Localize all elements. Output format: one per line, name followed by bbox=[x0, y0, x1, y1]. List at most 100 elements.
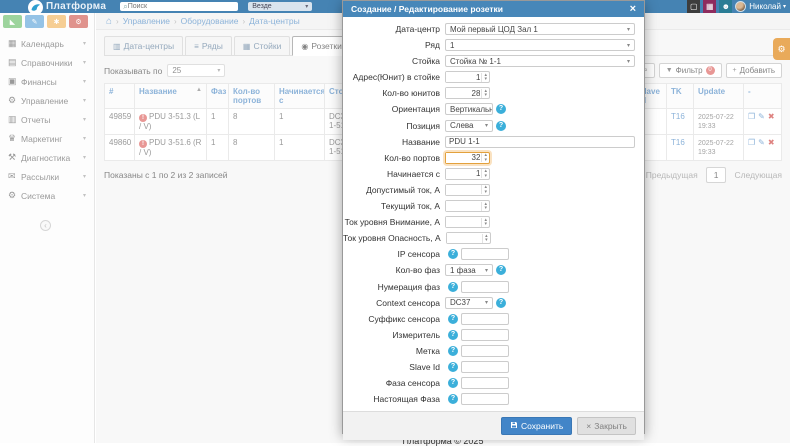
help-icon[interactable]: ? bbox=[448, 249, 458, 259]
help-icon[interactable]: ? bbox=[448, 346, 458, 356]
filter-button[interactable]: ▼ Фильтр 0 bbox=[659, 63, 722, 78]
breadcrumb-link[interactable]: Оборудование bbox=[181, 16, 239, 26]
rack-select[interactable]: Стойка № 1-1▾ bbox=[445, 55, 635, 67]
help-icon[interactable]: ? bbox=[496, 104, 506, 114]
avatar[interactable] bbox=[735, 1, 746, 12]
name-input[interactable] bbox=[445, 136, 635, 148]
sidebar-item-management[interactable]: ⚙Управление▾ bbox=[0, 91, 94, 110]
tab-rows[interactable]: ≡Ряды bbox=[185, 36, 232, 55]
port-count-input[interactable] bbox=[446, 153, 481, 163]
save-button[interactable]: Сохранить bbox=[501, 417, 572, 435]
settings-flyout-tab[interactable]: ⚙ bbox=[773, 38, 790, 60]
page-size-select[interactable]: 25 ▾ bbox=[167, 64, 225, 77]
spin-down-icon[interactable]: ▾ bbox=[484, 93, 487, 98]
spin-down-icon[interactable]: ▾ bbox=[484, 77, 487, 82]
sidebar-item-marketing[interactable]: ♛Маркетинг▾ bbox=[0, 129, 94, 148]
starts-with-input[interactable] bbox=[446, 169, 481, 179]
datacenter-select[interactable]: Мой первый ЦОД Зал 1▾ bbox=[445, 23, 635, 35]
delete-icon[interactable]: ✖ bbox=[768, 112, 775, 121]
meter-input[interactable] bbox=[461, 329, 509, 341]
add-button[interactable]: + Добавить bbox=[726, 63, 782, 78]
current-current-input[interactable] bbox=[446, 201, 481, 211]
tab-datacenters[interactable]: ▥Дата-центры bbox=[104, 36, 183, 55]
help-icon[interactable]: ? bbox=[448, 378, 458, 388]
column-header[interactable]: - bbox=[744, 84, 782, 109]
tab-racks[interactable]: ▦Стойки bbox=[234, 36, 290, 55]
unit-address-input[interactable] bbox=[446, 72, 481, 82]
sensor-suffix-input[interactable] bbox=[461, 313, 509, 325]
close-icon[interactable]: × bbox=[630, 5, 636, 14]
spinner-arrows[interactable]: ▴▾ bbox=[481, 218, 489, 227]
spin-down-icon[interactable]: ▾ bbox=[484, 190, 487, 195]
real-phase-input[interactable] bbox=[461, 393, 509, 405]
danger-current-input[interactable] bbox=[447, 233, 482, 243]
spinner-arrows[interactable]: ▴▾ bbox=[482, 234, 490, 243]
sidebar-collapse-button[interactable]: ‹ bbox=[40, 220, 51, 231]
copy-icon[interactable]: ❐ bbox=[748, 112, 755, 121]
help-icon[interactable]: ? bbox=[496, 265, 506, 275]
pagination-prev[interactable]: Предыдущая bbox=[646, 170, 698, 180]
tk-link[interactable]: T16 bbox=[671, 112, 685, 121]
search-input[interactable] bbox=[128, 3, 236, 11]
admin-button[interactable]: ▦ bbox=[703, 0, 716, 13]
apps-button[interactable]: ▢ bbox=[687, 0, 700, 13]
edit-icon[interactable]: ✎ bbox=[758, 138, 765, 147]
home-icon[interactable]: ⌂ bbox=[106, 16, 112, 27]
position-select[interactable]: Слева▾ bbox=[445, 120, 493, 132]
help-icon[interactable]: ? bbox=[448, 282, 458, 292]
copy-icon[interactable]: ❐ bbox=[748, 138, 755, 147]
column-header[interactable]: Кол-во портов bbox=[229, 84, 275, 109]
tag-input[interactable] bbox=[461, 345, 509, 357]
settings-button[interactable]: ⚙ bbox=[69, 15, 88, 28]
help-icon[interactable]: ? bbox=[496, 298, 506, 308]
help-icon[interactable]: ? bbox=[448, 362, 458, 372]
breadcrumb-link[interactable]: Управление bbox=[123, 16, 170, 26]
sidebar-item-directories[interactable]: ▤Справочники▾ bbox=[0, 53, 94, 72]
breadcrumb-link[interactable]: Дата-центры bbox=[249, 16, 300, 26]
column-header[interactable]: Update bbox=[694, 84, 744, 109]
spinner-arrows[interactable]: ▴▾ bbox=[481, 153, 489, 162]
warning-current-input[interactable] bbox=[446, 217, 481, 227]
global-search[interactable]: ⌕ bbox=[120, 2, 238, 11]
help-icon[interactable]: ? bbox=[448, 314, 458, 324]
edit-button[interactable]: ✎ bbox=[25, 15, 44, 28]
orientation-select[interactable]: Вертикальное▾ bbox=[445, 103, 493, 115]
column-header[interactable]: Название▲ bbox=[135, 84, 207, 109]
pagination-next[interactable]: Следующая bbox=[734, 170, 782, 180]
allowed-current-input[interactable] bbox=[446, 185, 481, 195]
column-header[interactable]: Фаз bbox=[207, 84, 229, 109]
spinner-arrows[interactable]: ▴▾ bbox=[481, 202, 489, 211]
help-icon[interactable]: ? bbox=[448, 330, 458, 340]
close-button[interactable]: × Закрыть bbox=[577, 417, 636, 435]
sidebar-item-diagnostics[interactable]: ⚒Диагностика▾ bbox=[0, 148, 94, 167]
bug-button[interactable]: ✱ bbox=[47, 15, 66, 28]
sidebar-item-system[interactable]: ⚙Система▾ bbox=[0, 186, 94, 205]
spinner-arrows[interactable]: ▴▾ bbox=[481, 185, 489, 194]
spin-down-icon[interactable]: ▾ bbox=[484, 222, 487, 227]
sensor-phase-input[interactable] bbox=[461, 377, 509, 389]
column-header[interactable]: # bbox=[105, 84, 135, 109]
help-icon[interactable]: ? bbox=[448, 394, 458, 404]
tk-link[interactable]: T16 bbox=[671, 138, 685, 147]
unit-count-input[interactable] bbox=[446, 88, 481, 98]
edit-icon[interactable]: ✎ bbox=[758, 112, 765, 121]
spin-down-icon[interactable]: ▾ bbox=[484, 174, 487, 179]
sensor-ip-input[interactable] bbox=[461, 248, 509, 260]
column-header[interactable]: TK bbox=[667, 84, 694, 109]
spin-down-icon[interactable]: ▾ bbox=[485, 238, 488, 243]
users-button[interactable]: ☻ bbox=[719, 0, 732, 13]
spin-down-icon[interactable]: ▾ bbox=[484, 158, 487, 163]
spin-down-icon[interactable]: ▾ bbox=[484, 206, 487, 211]
row-select[interactable]: 1▾ bbox=[445, 39, 635, 51]
slave-id-input[interactable] bbox=[461, 361, 509, 373]
column-header[interactable]: Начинается с bbox=[275, 84, 325, 109]
help-icon[interactable]: ? bbox=[496, 121, 506, 131]
spinner-arrows[interactable]: ▴▾ bbox=[481, 89, 489, 98]
spinner-arrows[interactable]: ▴▾ bbox=[481, 169, 489, 178]
phase-numbering-input[interactable] bbox=[461, 281, 509, 293]
spinner-arrows[interactable]: ▴▾ bbox=[481, 73, 489, 82]
sidebar-item-finance[interactable]: ▣Финансы▾ bbox=[0, 72, 94, 91]
sidebar-item-calendar[interactable]: ▦Календарь▾ bbox=[0, 34, 94, 53]
phase-count-select[interactable]: 1 фаза▾ bbox=[445, 264, 493, 276]
delete-icon[interactable]: ✖ bbox=[768, 138, 775, 147]
